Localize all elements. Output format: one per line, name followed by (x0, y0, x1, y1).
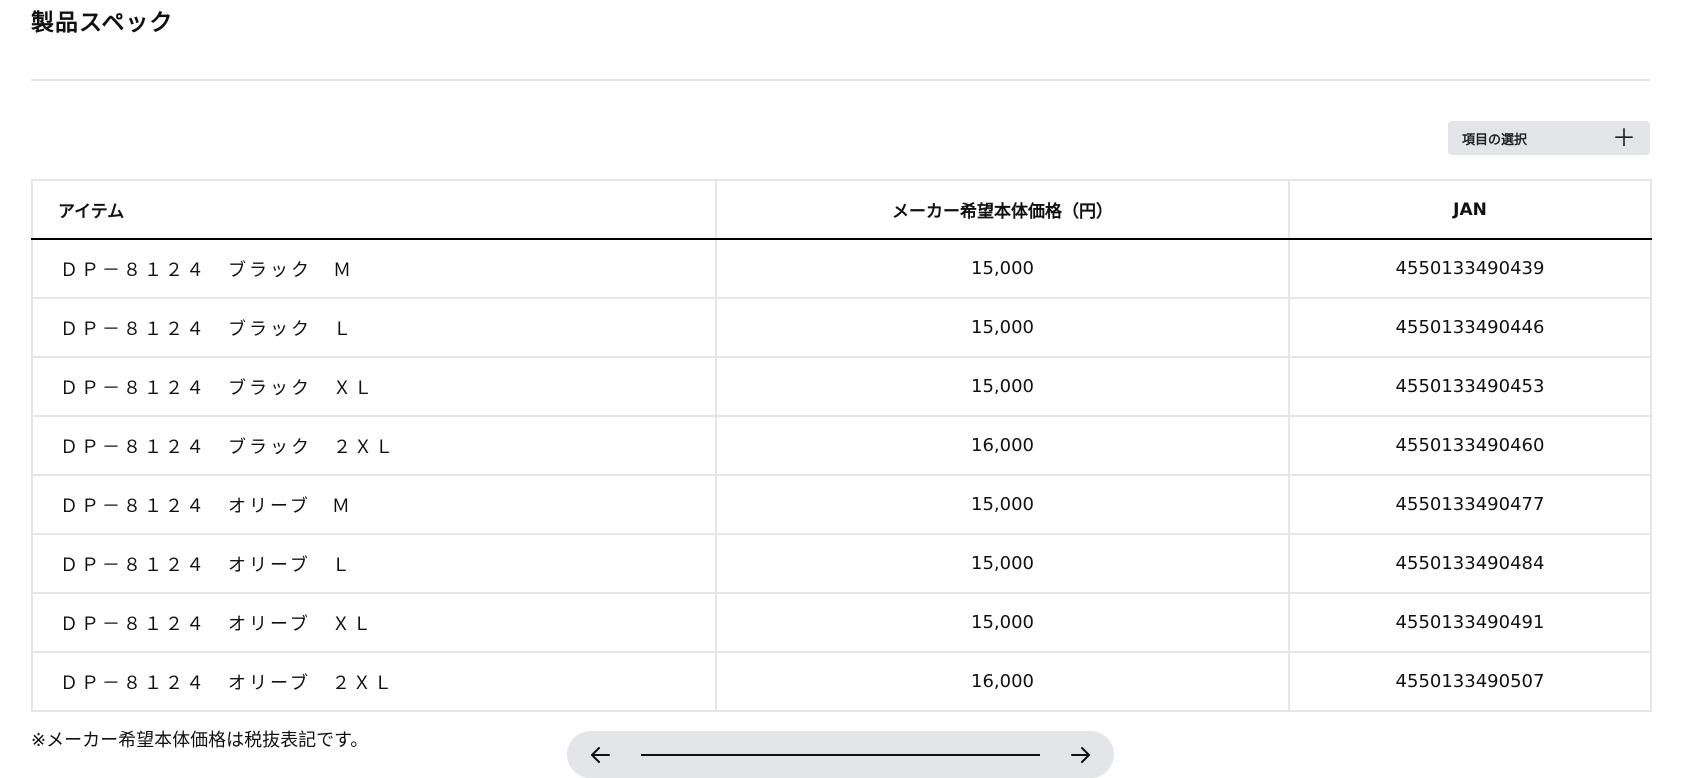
price-cell: 16,000 (715, 651, 1290, 712)
table-row: ＤＰ－８１２４ オリーブ ＸＬ 15,000 4550133490491 (31, 592, 1652, 653)
scroll-track[interactable] (641, 753, 1040, 756)
item-cell: ＤＰ－８１２４ ブラック ２ＸＬ (31, 415, 717, 476)
item-cell: ＤＰ－８１２４ ブラック Ｍ (31, 239, 717, 299)
table-row: ＤＰ－８１２４ ブラック ２ＸＬ 16,000 4550133490460 (31, 415, 1652, 476)
select-items-button[interactable]: 項目の選択 ＋ (1448, 121, 1650, 155)
table-row: ＤＰ－８１２４ オリーブ Ｌ 15,000 4550133490484 (31, 533, 1652, 594)
table-row: ＤＰ－８１２４ オリーブ Ｍ 15,000 4550133490477 (31, 474, 1652, 535)
table-row: ＤＰ－８１２４ ブラック Ｍ 15,000 4550133490439 (31, 239, 1652, 299)
column-header-item: アイテム (31, 179, 717, 240)
spec-table: アイテム メーカー希望本体価格（円） JAN ＤＰ－８１２４ ブラック Ｍ 15… (31, 179, 1652, 712)
column-header-jan: JAN (1288, 179, 1652, 240)
jan-cell: 4550133490491 (1288, 592, 1652, 653)
tax-note: ※メーカー希望本体価格は税抜表記です。 (31, 730, 369, 751)
page-title: 製品スペック (31, 10, 174, 36)
price-cell: 15,000 (715, 592, 1290, 653)
jan-cell: 4550133490460 (1288, 415, 1652, 476)
price-cell: 15,000 (715, 356, 1290, 417)
table-row: ＤＰ－８１２４ ブラック ＸＬ 15,000 4550133490453 (31, 356, 1652, 417)
jan-cell: 4550133490484 (1288, 533, 1652, 594)
column-header-price: メーカー希望本体価格（円） (715, 179, 1290, 240)
table-header-row: アイテム メーカー希望本体価格（円） JAN (31, 179, 1652, 240)
title-divider (31, 79, 1650, 81)
select-items-label: 項目の選択 (1462, 132, 1528, 148)
arrow-right-icon[interactable] (1070, 744, 1092, 766)
item-cell: ＤＰ－８１２４ ブラック Ｌ (31, 297, 717, 358)
item-cell: ＤＰ－８１２４ ブラック ＸＬ (31, 356, 717, 417)
table-row: ＤＰ－８１２４ ブラック Ｌ 15,000 4550133490446 (31, 297, 1652, 358)
jan-cell: 4550133490439 (1288, 239, 1652, 299)
item-cell: ＤＰ－８１２４ オリーブ Ｌ (31, 533, 717, 594)
jan-cell: 4550133490507 (1288, 651, 1652, 712)
price-cell: 15,000 (715, 297, 1290, 358)
arrow-left-icon[interactable] (589, 744, 611, 766)
price-cell: 15,000 (715, 474, 1290, 535)
table-scroll-control[interactable] (567, 731, 1114, 778)
price-cell: 15,000 (715, 239, 1290, 299)
item-cell: ＤＰ－８１２４ オリーブ ＸＬ (31, 592, 717, 653)
item-cell: ＤＰ－８１２４ オリーブ Ｍ (31, 474, 717, 535)
plus-icon: ＋ (1612, 124, 1636, 152)
price-cell: 15,000 (715, 533, 1290, 594)
jan-cell: 4550133490453 (1288, 356, 1652, 417)
item-cell: ＤＰ－８１２４ オリーブ ２ＸＬ (31, 651, 717, 712)
jan-cell: 4550133490477 (1288, 474, 1652, 535)
table-row: ＤＰ－８１２４ オリーブ ２ＸＬ 16,000 4550133490507 (31, 651, 1652, 712)
jan-cell: 4550133490446 (1288, 297, 1652, 358)
price-cell: 16,000 (715, 415, 1290, 476)
